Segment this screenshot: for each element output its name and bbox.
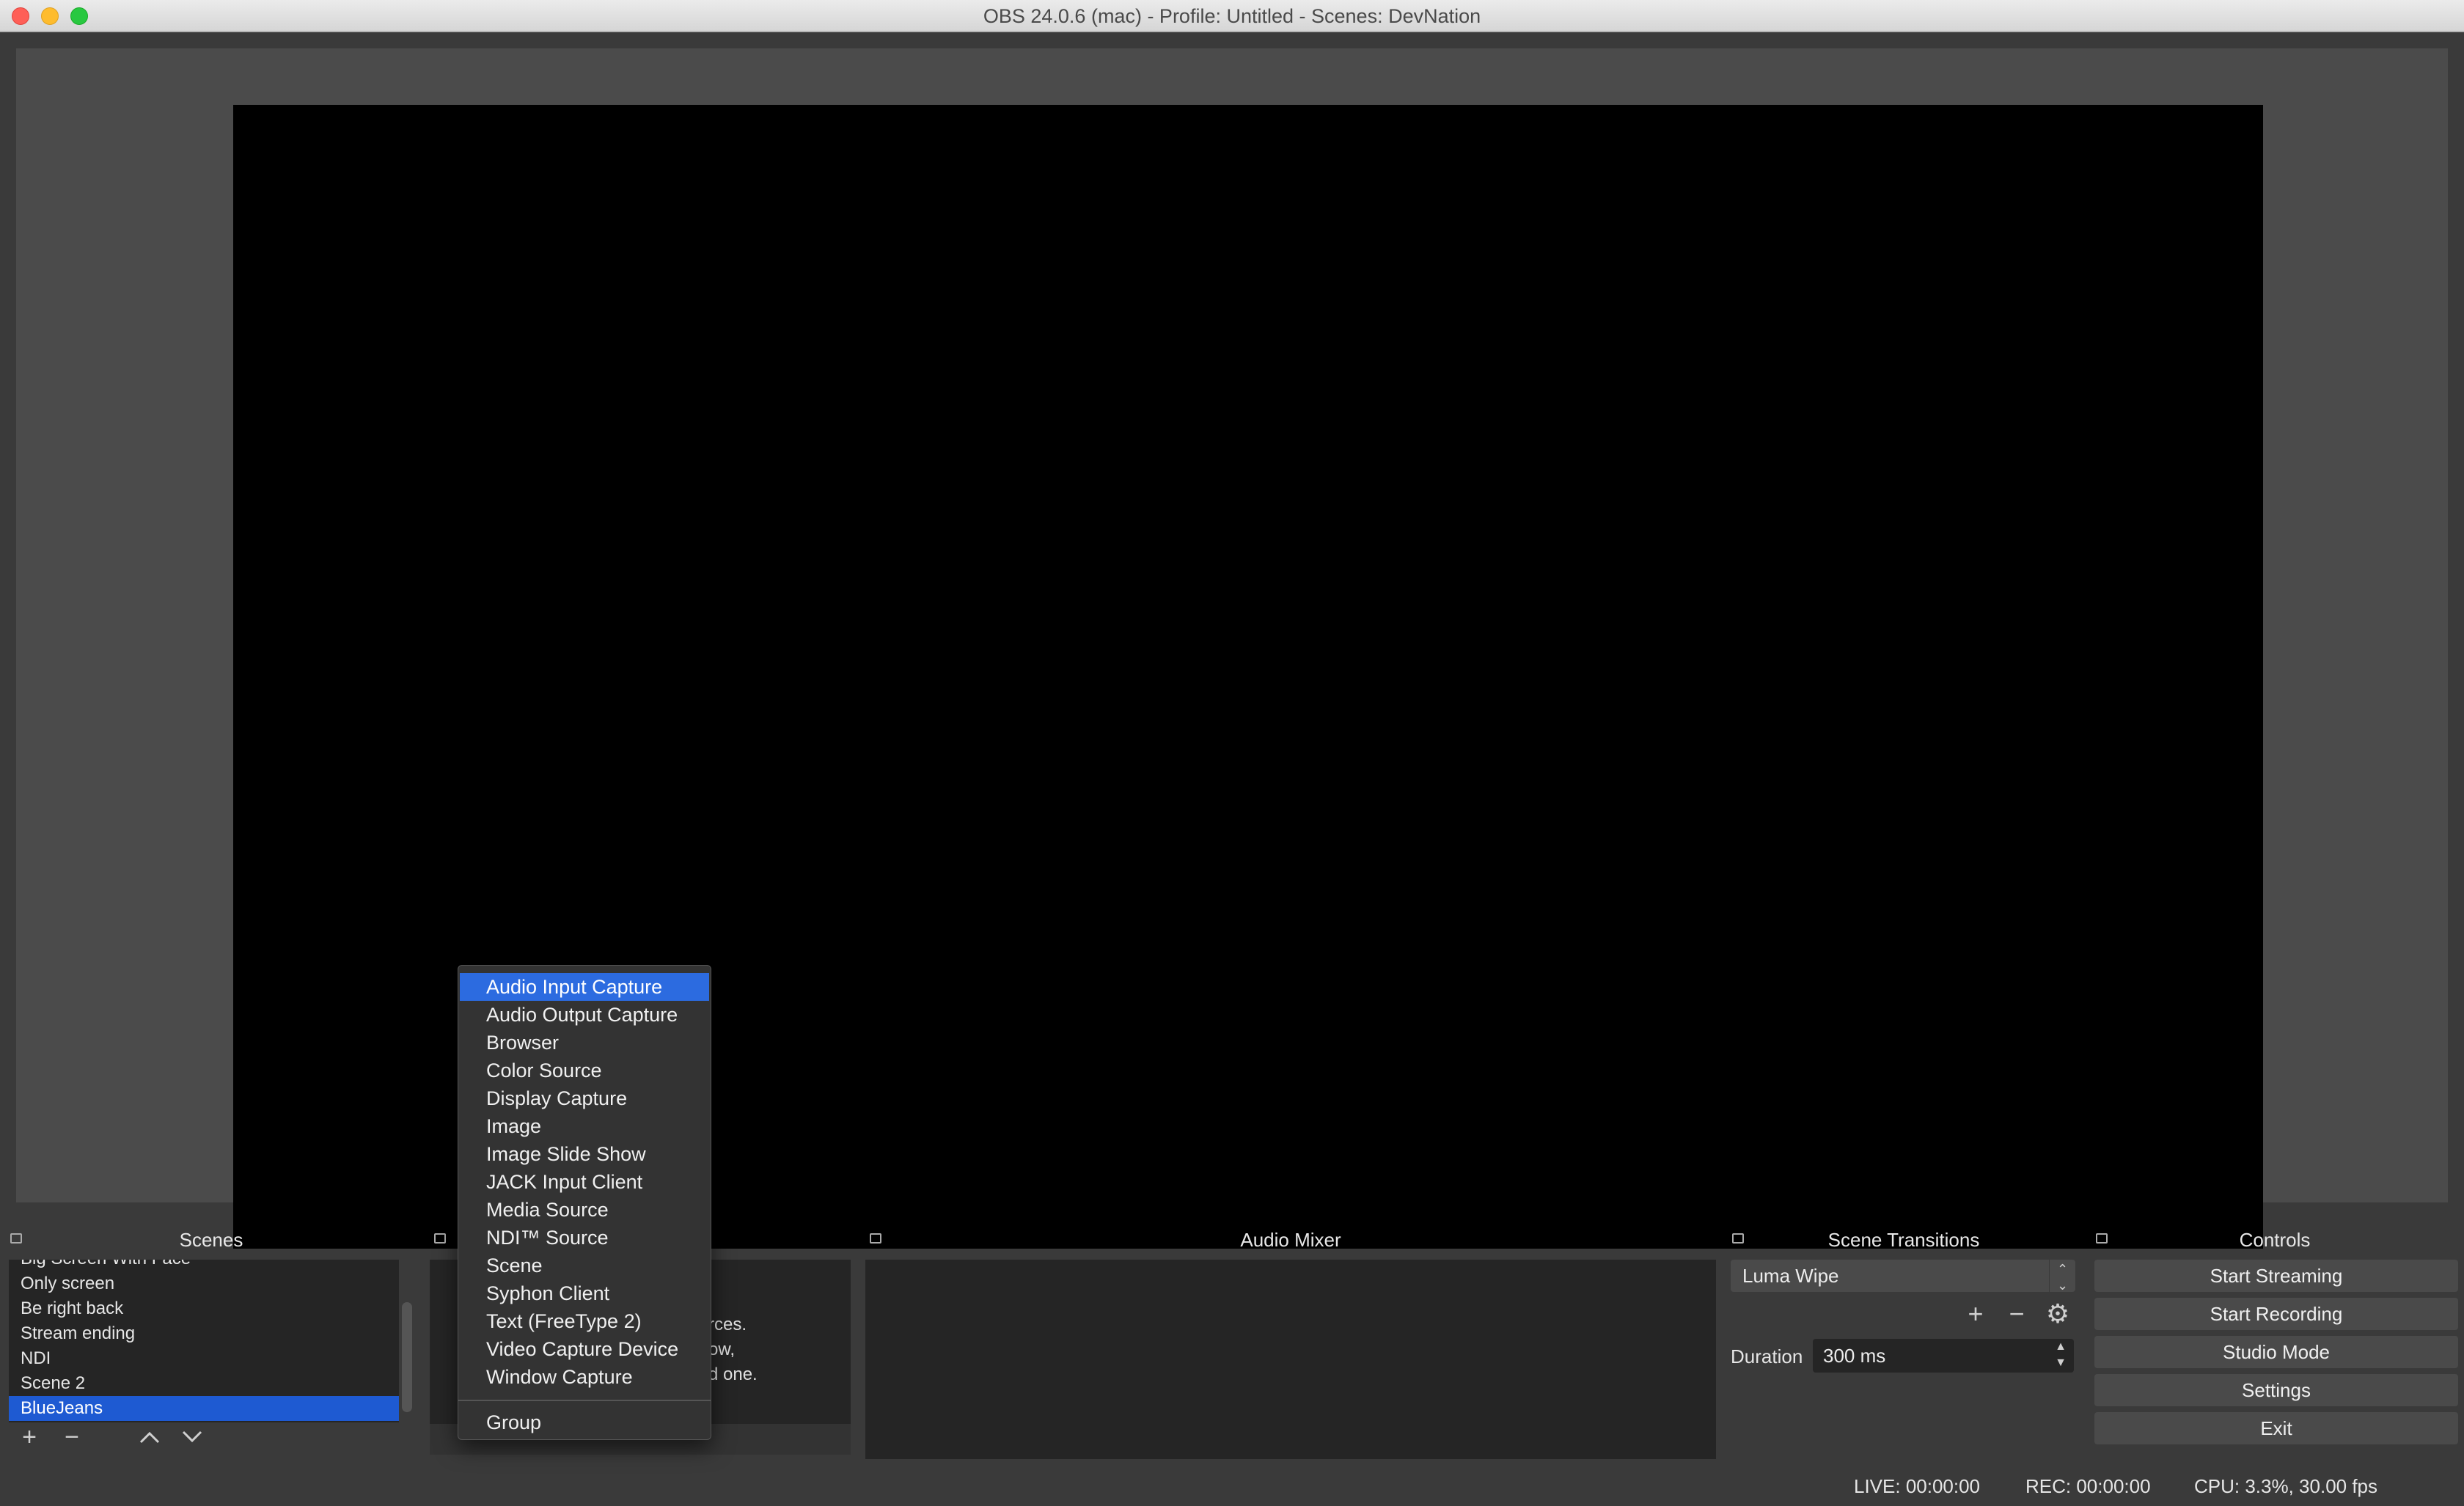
chevron-up-icon[interactable] <box>136 1424 163 1450</box>
scene-list: Big Screen With Face Only screen Be righ… <box>9 1260 399 1422</box>
controls-header: Controls <box>2239 1229 2311 1251</box>
scene-item[interactable]: Stream ending <box>9 1321 399 1346</box>
menu-item-group[interactable]: Group <box>460 1408 709 1436</box>
scene-transitions-header: Scene Transitions <box>1827 1229 1980 1251</box>
menu-item-image-slide-show[interactable]: Image Slide Show <box>460 1140 709 1168</box>
menu-separator <box>458 1400 711 1401</box>
menu-item-image[interactable]: Image <box>460 1112 709 1140</box>
audio-mixer-dock: Audio Mixer <box>865 1224 1716 1459</box>
menu-item-jack-input-client[interactable]: JACK Input Client <box>460 1168 709 1196</box>
plus-icon[interactable]: + <box>16 1424 43 1450</box>
menu-item-audio-input-capture[interactable]: Audio Input Capture <box>460 973 709 1001</box>
exit-button[interactable]: Exit <box>2094 1412 2458 1444</box>
chevron-down-icon[interactable] <box>179 1424 205 1450</box>
scene-item[interactable]: NDI <box>9 1346 399 1371</box>
menu-item-browser[interactable]: Browser <box>460 1029 709 1057</box>
scenes-toolbar: + − <box>6 1422 417 1452</box>
sources-hint: rces. ow, d one. <box>708 1315 758 1384</box>
title-bar: OBS 24.0.6 (mac) - Profile: Untitled - S… <box>0 0 2464 32</box>
controls-dock: Controls Start Streaming Start Recording… <box>2091 1224 2458 1459</box>
window-title: OBS 24.0.6 (mac) - Profile: Untitled - S… <box>983 5 1481 27</box>
start-recording-button[interactable]: Start Recording <box>2094 1298 2458 1330</box>
cpu-status: CPU: 3.3%, 30.00 fps <box>2194 1475 2378 1497</box>
menu-item-color-source[interactable]: Color Source <box>460 1057 709 1084</box>
menu-item-text-freetype2[interactable]: Text (FreeType 2) <box>460 1307 709 1335</box>
transition-select[interactable]: Luma Wipe ⌃ ⌄ <box>1731 1260 2075 1293</box>
scene-transitions-dock: Scene Transitions Luma Wipe ⌃ ⌄ + − ⚙ Dur… <box>1728 1224 2080 1459</box>
scenes-header: Scenes <box>179 1229 243 1251</box>
menu-item-syphon-client[interactable]: Syphon Client <box>460 1279 709 1307</box>
menu-item-ndi-source[interactable]: NDI™ Source <box>460 1224 709 1252</box>
menu-item-window-capture[interactable]: Window Capture <box>460 1363 709 1391</box>
plus-icon[interactable]: + <box>1962 1301 1989 1327</box>
duration-stepper[interactable]: ▲ ▼ <box>2047 1339 2074 1373</box>
minus-icon[interactable]: − <box>59 1424 85 1450</box>
duration-field[interactable]: 300 ms ▲ ▼ <box>1813 1339 2074 1373</box>
updown-chevron-icon: ⌃ ⌄ <box>2049 1260 2075 1293</box>
status-bar: LIVE: 00:00:00 REC: 00:00:00 CPU: 3.3%, … <box>0 1469 2464 1506</box>
menu-item-audio-output-capture[interactable]: Audio Output Capture <box>460 1001 709 1029</box>
rec-status: REC: 00:00:00 <box>2025 1475 2151 1497</box>
minus-icon[interactable]: − <box>2003 1301 2030 1327</box>
float-dock-icon[interactable] <box>434 1233 446 1244</box>
scene-item-selected[interactable]: BlueJeans <box>9 1396 399 1421</box>
menu-item-scene[interactable]: Scene <box>460 1252 709 1279</box>
scene-item[interactable]: Scene 2 <box>9 1371 399 1396</box>
gear-icon[interactable]: ⚙ <box>2045 1301 2071 1327</box>
studio-mode-button[interactable]: Studio Mode <box>2094 1336 2458 1368</box>
menu-item-media-source[interactable]: Media Source <box>460 1196 709 1224</box>
duration-label: Duration <box>1731 1345 1803 1367</box>
scene-item[interactable]: Only screen <box>9 1271 399 1296</box>
scenes-scrollbar[interactable] <box>402 1302 412 1412</box>
settings-button[interactable]: Settings <box>2094 1374 2458 1406</box>
scenes-dock: Scenes Big Screen With Face Only screen … <box>6 1224 417 1459</box>
live-status: LIVE: 00:00:00 <box>1854 1475 1981 1497</box>
transition-toolbar: + − ⚙ <box>1962 1301 2071 1327</box>
audio-mixer-body <box>865 1260 1716 1459</box>
preview-area <box>16 48 2448 1249</box>
menu-item-video-capture-device[interactable]: Video Capture Device <box>460 1335 709 1363</box>
menu-item-display-capture[interactable]: Display Capture <box>460 1084 709 1112</box>
add-source-menu: Audio Input Capture Audio Output Capture… <box>458 965 711 1440</box>
scene-item[interactable]: Big Screen With Face <box>9 1260 399 1271</box>
scene-item[interactable]: Be right back <box>9 1296 399 1321</box>
audio-mixer-header: Audio Mixer <box>1240 1229 1341 1251</box>
start-streaming-button[interactable]: Start Streaming <box>2094 1260 2458 1292</box>
